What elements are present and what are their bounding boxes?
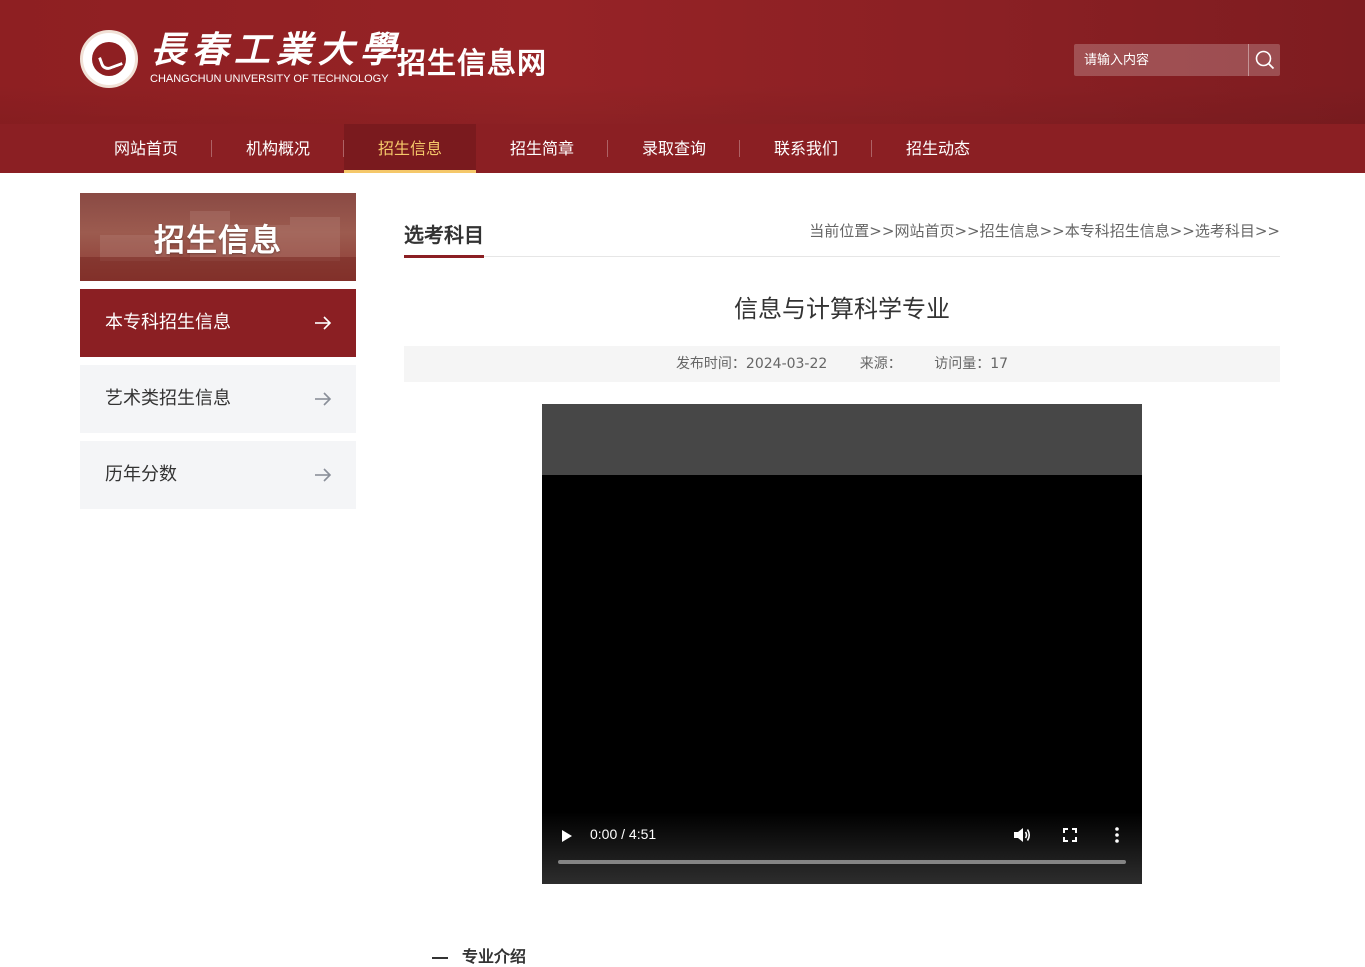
publish-time: 发布时间：2024-03-22 (675, 356, 828, 372)
article-source: 来源： (859, 356, 902, 372)
sidebar: 招生信息 本专科招生信息 艺术类招生信息 历年分数 (80, 193, 356, 509)
breadcrumb-item-undergrad-info[interactable]: 本专科招生信息>> (1065, 222, 1195, 240)
nav-item-label: 联系我们 (773, 139, 838, 158)
sidebar-item-past-scores[interactable]: 历年分数 (80, 441, 356, 509)
sidebar-banner: 招生信息 (80, 193, 356, 281)
nav-item-label: 招生信息 (377, 139, 442, 158)
play-icon[interactable] (560, 828, 574, 844)
nav-item-label: 网站首页 (113, 139, 178, 158)
nav-item-label: 招生动态 (905, 139, 970, 158)
video-progress-bar[interactable] (558, 860, 1126, 864)
nav-item-contact[interactable]: 联系我们 (740, 124, 872, 173)
nav-item-label: 机构概况 (245, 139, 310, 158)
video-time: 0:00 / 4:51 (590, 826, 657, 842)
nav-item-brochure[interactable]: 招生简章 (476, 124, 608, 173)
site-header: 長春工業大學 CHANGCHUN UNIVERSITY OF TECHNOLOG… (0, 0, 1365, 124)
nav-item-about[interactable]: 机构概况 (212, 124, 344, 173)
nav-item-home[interactable]: 网站首页 (80, 124, 212, 173)
search-button[interactable] (1248, 44, 1280, 76)
breadcrumb: 当前位置>>网站首页>>招生信息>>本专科招生信息>>选考科目>> (809, 220, 1280, 241)
university-name-en: CHANGCHUN UNIVERSITY OF TECHNOLOGY (150, 73, 389, 85)
view-count: 访问量：17 (934, 356, 1009, 372)
nav-item-label: 招生简章 (509, 139, 574, 158)
arrow-right-icon (315, 392, 332, 406)
breadcrumb-prefix: 当前位置>> (809, 222, 895, 240)
nav-item-admission-info[interactable]: 招生信息 (344, 124, 476, 173)
sidebar-item-label: 艺术类招生信息 (105, 388, 231, 409)
arrow-right-icon (315, 316, 332, 330)
nav-item-admission-query[interactable]: 录取查询 (608, 124, 740, 173)
section-title-underline (404, 255, 484, 258)
intro-heading-text: 专业介绍 (462, 947, 527, 966)
main-nav: 网站首页 机构概况 招生信息 招生简章 录取查询 联系我们 招生动态 (0, 124, 1365, 173)
volume-icon[interactable] (1012, 826, 1032, 844)
nav-item-news[interactable]: 招生动态 (872, 124, 1004, 173)
sidebar-banner-title: 招生信息 (154, 223, 282, 259)
fullscreen-icon[interactable] (1062, 827, 1078, 843)
breadcrumb-item-home[interactable]: 网站首页>> (894, 222, 979, 240)
article-title: 信息与计算科学专业 (734, 295, 950, 323)
university-emblem-icon (80, 30, 138, 88)
sidebar-item-label: 历年分数 (105, 464, 177, 485)
article-meta: 发布时间：2024-03-22 来源： 访问量：17 (404, 346, 1280, 382)
breadcrumb-item-admission-info[interactable]: 招生信息>> (980, 222, 1065, 240)
university-name-cn: 長春工業大學 (150, 29, 403, 71)
section-title: 选考科目 (404, 223, 484, 247)
video-player[interactable]: 0:00 / 4:51 (542, 404, 1142, 884)
sidebar-item-undergrad-info[interactable]: 本专科招生信息 (80, 289, 356, 357)
intro-heading: 专业介绍 (432, 943, 526, 967)
section-header: 选考科目 当前位置>>网站首页>>招生信息>>本专科招生信息>>选考科目>> (404, 193, 1280, 258)
sidebar-item-label: 本专科招生信息 (105, 312, 231, 333)
more-vert-icon[interactable] (1114, 826, 1120, 844)
search-box (1074, 44, 1280, 76)
university-logo[interactable]: 長春工業大學 CHANGCHUN UNIVERSITY OF TECHNOLOG… (80, 28, 396, 92)
search-icon (1255, 50, 1274, 70)
site-title: 招生信息网 (397, 46, 548, 80)
search-input[interactable] (1074, 44, 1248, 76)
video-frame (542, 404, 1142, 475)
breadcrumb-item-subjects[interactable]: 选考科目>> (1195, 222, 1280, 240)
sidebar-item-art-info[interactable]: 艺术类招生信息 (80, 365, 356, 433)
arrow-right-icon (315, 468, 332, 482)
heading-dash (432, 956, 448, 959)
video-controls: 0:00 / 4:51 (542, 812, 1142, 884)
main-content: 选考科目 当前位置>>网站首页>>招生信息>>本专科招生信息>>选考科目>> 信… (404, 193, 1280, 966)
nav-item-label: 录取查询 (641, 139, 706, 158)
